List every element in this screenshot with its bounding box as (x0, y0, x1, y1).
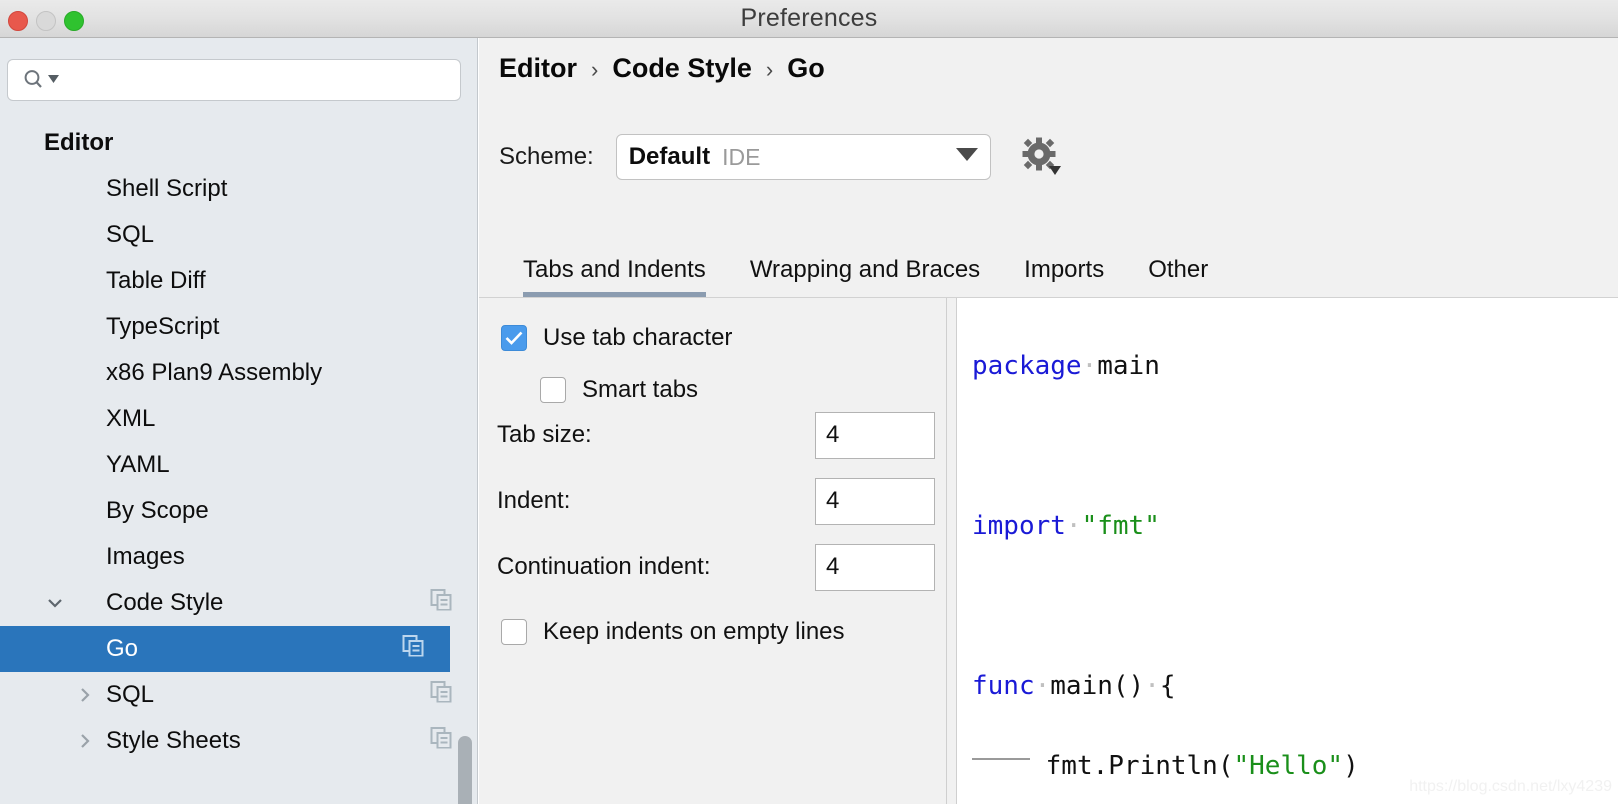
sidebar-item-images[interactable]: Images (0, 534, 478, 580)
tab-active-underline (1024, 292, 1104, 297)
copy-scheme-icon[interactable] (430, 681, 452, 710)
tab-label: Other (1148, 256, 1209, 283)
settings-tree: Editor Shell Script SQL Table Diff TypeScrip… (0, 120, 478, 764)
sidebar-item-style-sheets[interactable]: Style Sheets (0, 718, 478, 764)
sidebar-item-shell-script[interactable]: Shell Script (0, 166, 478, 212)
sidebar-item-label: TypeScript (106, 313, 220, 340)
watermark: https://blog.csdn.net/lxy4239 (1409, 778, 1612, 795)
sidebar-item-sql[interactable]: SQL (0, 212, 478, 258)
title-bar: Preferences (0, 0, 1618, 38)
tab-tabs-and-indents[interactable]: Tabs and Indents (479, 250, 728, 297)
preferences-window: Preferences Editor Shell Script SQL Table (0, 0, 1618, 804)
breadcrumb-item-go[interactable]: Go (787, 53, 825, 84)
tab-label: Tabs and Indents (523, 256, 706, 283)
sidebar-item-label: Go (106, 635, 139, 662)
copy-scheme-icon[interactable] (402, 635, 424, 664)
settings-sidebar: Editor Shell Script SQL Table Diff TypeScrip… (0, 38, 478, 804)
tab-active-underline (523, 292, 706, 297)
tab-label: Imports (1024, 256, 1105, 283)
keep-indents-label: Keep indents on empty lines (543, 618, 845, 645)
search-input[interactable] (65, 70, 460, 90)
sidebar-item-editor[interactable]: Editor (0, 120, 478, 166)
chevron-right-icon[interactable] (74, 730, 96, 752)
copy-scheme-icon[interactable] (430, 589, 452, 618)
continuation-indent-row: Continuation indent: (497, 543, 937, 591)
smart-tabs-label: Smart tabs (582, 376, 699, 403)
keep-indents-checkbox[interactable] (501, 619, 527, 645)
tab-active-underline (1148, 292, 1208, 297)
smart-tabs-checkbox[interactable] (540, 377, 566, 403)
sidebar-item-xml[interactable]: XML (0, 396, 478, 442)
chevron-right-icon[interactable] (74, 684, 96, 706)
scheme-label: Scheme: (499, 143, 594, 170)
tab-size-label: Tab size: (497, 421, 592, 448)
indent-row: Indent: (497, 477, 937, 525)
sidebar-scrollbar-thumb[interactable] (458, 736, 472, 804)
sidebar-item-label: YAML (106, 451, 170, 478)
sidebar-item-code-style[interactable]: Code Style (0, 580, 478, 626)
sidebar-item-typescript[interactable]: TypeScript (0, 304, 478, 350)
use-tab-character-label: Use tab character (543, 324, 733, 351)
sidebar-item-label: Shell Script (106, 175, 228, 202)
continuation-indent-label: Continuation indent: (497, 553, 711, 580)
tab-size-input[interactable] (815, 411, 935, 459)
scheme-value: Default (628, 143, 711, 170)
sidebar-item-go[interactable]: Go (0, 626, 450, 672)
breadcrumb-separator-icon: › (591, 57, 599, 82)
scheme-scope: IDE (722, 143, 761, 170)
breadcrumb-separator-icon: › (765, 57, 774, 82)
indent-input[interactable] (815, 477, 935, 525)
tab-imports[interactable]: Imports (1002, 250, 1126, 297)
sidebar-item-x86-plan9-assembly[interactable]: x86 Plan9 Assembly (0, 350, 478, 396)
sidebar-item-label: By Scope (106, 497, 209, 524)
settings-tabs: Tabs and Indents Wrapping and Braces Imp… (479, 250, 1618, 298)
sidebar-item-table-diff[interactable]: Table Diff (0, 258, 478, 304)
code-preview[interactable]: package·main import·"fmt" func·main()·{ … (948, 298, 1618, 804)
sidebar-item-label: XML (106, 405, 156, 432)
breadcrumb-item-editor[interactable]: Editor (499, 53, 577, 84)
sidebar-item-label: Images (106, 543, 185, 570)
keep-indents-row[interactable]: Keep indents on empty lines (501, 618, 845, 646)
sidebar-item-by-scope[interactable]: By Scope (0, 488, 478, 534)
sidebar-item-label: x86 Plan9 Assembly (106, 359, 323, 386)
breadcrumb-item-code-style[interactable]: Code Style (612, 53, 752, 84)
search-field-wrapper (7, 59, 461, 101)
chevron-down-icon[interactable] (44, 592, 66, 614)
sidebar-scrollbar[interactable] (458, 736, 472, 804)
indent-label: Indent: (497, 487, 571, 514)
continuation-indent-input[interactable] (815, 543, 935, 591)
tab-label: Wrapping and Braces (749, 256, 981, 283)
search-box[interactable] (7, 59, 461, 101)
window-title: Preferences (740, 4, 878, 32)
use-tab-character-row[interactable]: Use tab character (501, 324, 732, 352)
sidebar-item-label: Code Style (106, 589, 224, 616)
tab-wrapping-and-braces[interactable]: Wrapping and Braces (728, 250, 1002, 297)
sidebar-item-label: SQL (106, 221, 155, 248)
tab-other[interactable]: Other (1126, 250, 1230, 297)
smart-tabs-row[interactable]: Smart tabs (540, 376, 698, 404)
sidebar-item-label: Style Sheets (106, 727, 241, 754)
tabs-and-indents-form: Use tab character Smart tabs Tab size: I… (479, 298, 947, 804)
scheme-row: Scheme: Default IDE (499, 134, 1063, 180)
settings-content: Editor › Code Style › Go Scheme: Default… (479, 38, 1618, 804)
copy-scheme-icon[interactable] (430, 727, 452, 756)
sidebar-item-label: Editor (44, 129, 114, 156)
scheme-dropdown[interactable]: Default IDE (615, 134, 991, 180)
search-icon[interactable] (22, 68, 59, 92)
sidebar-item-label: SQL (106, 681, 155, 708)
breadcrumb: Editor › Code Style › Go (499, 53, 825, 84)
tab-indent-marker (972, 757, 1030, 760)
chevron-down-icon[interactable] (955, 147, 978, 167)
preview-gutter (948, 298, 957, 804)
search-dropdown-icon[interactable] (48, 71, 59, 89)
use-tab-character-checkbox[interactable] (501, 325, 527, 351)
sidebar-item-yaml[interactable]: YAML (0, 442, 478, 488)
checkmark-icon (505, 331, 523, 345)
tab-size-row: Tab size: (497, 411, 937, 459)
sidebar-item-label: Table Diff (106, 267, 206, 294)
sidebar-item-sql[interactable]: SQL (0, 672, 478, 718)
preview-code[interactable]: package·main import·"fmt" func·main()·{ … (972, 306, 1359, 804)
tab-active-underline (750, 292, 980, 297)
scheme-actions-gear-button[interactable] (1019, 136, 1063, 178)
